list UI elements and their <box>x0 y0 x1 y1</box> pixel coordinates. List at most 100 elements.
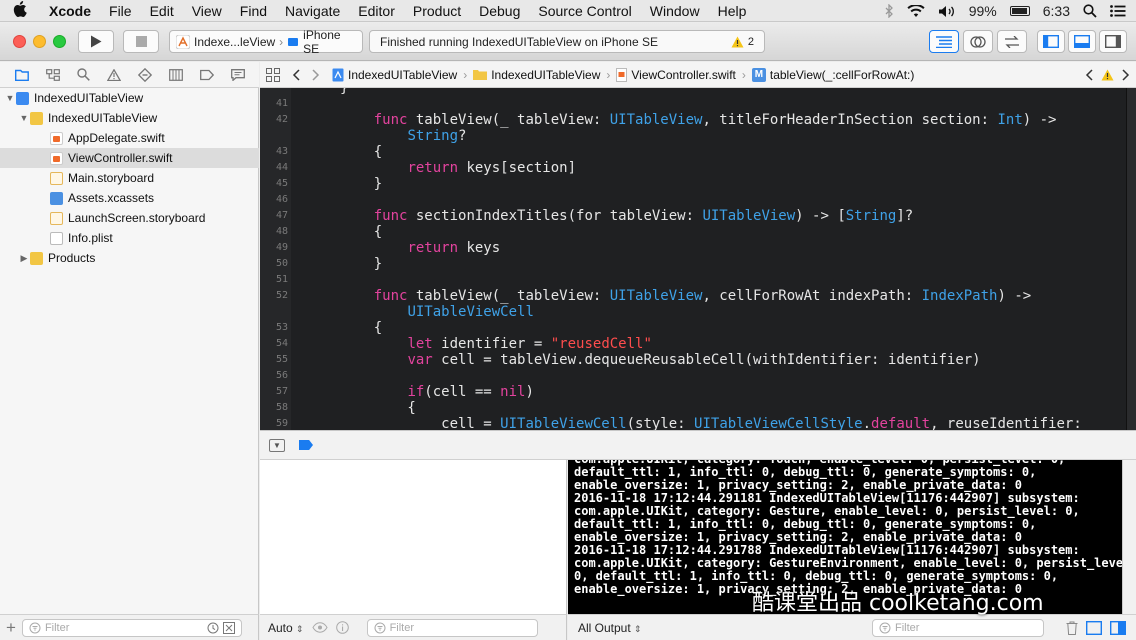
trash-icon[interactable] <box>1066 621 1078 635</box>
navigator-filter-field[interactable]: Filter <box>21 618 242 637</box>
code-line[interactable]: 43 { <box>260 144 1136 160</box>
tree-item-assets[interactable]: Assets.xcassets <box>0 188 259 208</box>
output-selector[interactable]: All Output ⇕ <box>578 621 642 635</box>
standard-editor-button[interactable] <box>929 30 959 53</box>
stop-button[interactable] <box>123 30 159 53</box>
add-file-icon[interactable]: + <box>6 618 16 638</box>
breadcrumb-project[interactable]: IndexedUITableView <box>332 68 457 82</box>
symbol-navigator-tab-icon[interactable] <box>45 68 60 81</box>
code-line[interactable]: 46 <box>260 192 1136 208</box>
code-line[interactable]: 52 func tableView(_ tableView: UITableVi… <box>260 288 1136 304</box>
code-line[interactable]: 53 { <box>260 320 1136 336</box>
related-items-icon[interactable] <box>266 67 280 82</box>
minimize-window-button[interactable] <box>33 35 46 48</box>
code-line[interactable]: 57 if(cell == nil) <box>260 384 1136 400</box>
zoom-window-button[interactable] <box>53 35 66 48</box>
code-line[interactable]: 49 return keys <box>260 240 1136 256</box>
breadcrumb-group[interactable]: IndexedUITableView <box>473 68 600 82</box>
menu-help[interactable]: Help <box>709 3 756 19</box>
code-line[interactable]: 47 func sectionIndexTitles(for tableView… <box>260 208 1136 224</box>
menu-view[interactable]: View <box>183 3 231 19</box>
tree-item-group[interactable]: ▼ IndexedUITableView <box>0 108 259 128</box>
notification-center-icon[interactable] <box>1110 5 1126 17</box>
console-filter-field[interactable]: Filter <box>872 618 1044 637</box>
toggle-utilities-button[interactable] <box>1099 30 1127 53</box>
modified-files-icon[interactable] <box>222 621 235 634</box>
code-line[interactable]: 54 let identifier = "reusedCell" <box>260 336 1136 352</box>
debug-navigator-tab-icon[interactable] <box>168 68 183 81</box>
assistant-editor-button[interactable] <box>963 30 993 53</box>
breakpoint-navigator-tab-icon[interactable] <box>199 69 214 81</box>
activity-viewer[interactable]: Finished running IndexedUITableView on i… <box>369 30 765 53</box>
tree-item-launchscreen[interactable]: LaunchScreen.storyboard <box>0 208 259 228</box>
next-issue-icon[interactable] <box>1122 68 1130 81</box>
project-navigator-tab-icon[interactable] <box>14 69 29 81</box>
breadcrumb-file[interactable]: ViewController.swift <box>616 67 736 82</box>
menu-find[interactable]: Find <box>231 3 276 19</box>
report-navigator-tab-icon[interactable] <box>230 68 245 81</box>
variable-scope-selector[interactable]: Auto ⇕ <box>268 621 304 635</box>
menu-source-control[interactable]: Source Control <box>529 3 640 19</box>
warning-indicator[interactable]: 2 <box>731 36 754 48</box>
editor-scrollbar[interactable] <box>1126 88 1136 430</box>
toggle-debug-area-button[interactable] <box>1068 30 1096 53</box>
menu-navigate[interactable]: Navigate <box>276 3 349 19</box>
bluetooth-icon[interactable] <box>885 4 894 18</box>
run-button[interactable] <box>78 30 114 53</box>
menu-product[interactable]: Product <box>404 3 470 19</box>
code-line[interactable]: } <box>260 88 1136 96</box>
breadcrumb-symbol[interactable]: M tableView(_:cellForRowAt:) <box>751 67 914 82</box>
quick-look-icon[interactable] <box>312 622 328 633</box>
menu-window[interactable]: Window <box>641 3 709 19</box>
forward-arrow-icon[interactable] <box>312 68 320 81</box>
issue-navigator-tab-icon[interactable] <box>106 68 121 81</box>
apple-menu-icon[interactable] <box>0 0 40 21</box>
code-line[interactable]: 42 func tableView(_ tableView: UITableVi… <box>260 112 1136 128</box>
menu-debug[interactable]: Debug <box>470 3 529 19</box>
tree-item-products[interactable]: ▶ Products <box>0 248 259 268</box>
tree-item-info-plist[interactable]: Info.plist <box>0 228 259 248</box>
disclosure-open-icon[interactable]: ▼ <box>4 93 16 103</box>
clock[interactable]: 6:33 <box>1043 3 1070 19</box>
spotlight-icon[interactable] <box>1083 4 1097 18</box>
variables-view[interactable] <box>260 460 567 614</box>
recent-files-icon[interactable] <box>207 622 219 634</box>
wifi-icon[interactable] <box>907 4 925 18</box>
variables-filter-field[interactable]: Filter <box>366 618 538 637</box>
code-line[interactable]: 58 { <box>260 400 1136 416</box>
console-scrollbar[interactable] <box>1122 460 1136 614</box>
code-line[interactable]: 41 <box>260 96 1136 112</box>
version-editor-button[interactable] <box>997 30 1027 53</box>
warning-icon[interactable] <box>1101 69 1114 81</box>
previous-issue-icon[interactable] <box>1085 68 1093 81</box>
scheme-selector[interactable]: Indexe...leView › iPhone SE <box>169 28 363 56</box>
tree-item-appdelegate[interactable]: AppDelegate.swift <box>0 128 259 148</box>
code-line[interactable]: 48 { <box>260 224 1136 240</box>
close-window-button[interactable] <box>13 35 26 48</box>
menu-edit[interactable]: Edit <box>141 3 183 19</box>
show-console-icon[interactable] <box>1110 620 1126 635</box>
source-editor[interactable]: } 41 42 func tableView(_ tableView: UITabl… <box>260 88 1136 430</box>
menu-xcode[interactable]: Xcode <box>40 3 100 19</box>
tree-item-viewcontroller[interactable]: ViewController.swift <box>0 148 259 168</box>
battery-icon[interactable] <box>1009 6 1030 16</box>
code-line[interactable]: 56 <box>260 368 1136 384</box>
test-navigator-tab-icon[interactable] <box>137 67 152 82</box>
find-navigator-tab-icon[interactable] <box>76 68 90 81</box>
tree-item-project[interactable]: ▼ IndexedUITableView <box>0 88 259 108</box>
code-line[interactable]: 45 } <box>260 176 1136 192</box>
breakpoints-toggle-icon[interactable] <box>299 440 313 450</box>
code-line[interactable]: 50 } <box>260 256 1136 272</box>
menu-editor[interactable]: Editor <box>349 3 404 19</box>
toggle-navigator-button[interactable] <box>1037 30 1065 53</box>
menu-file[interactable]: File <box>100 3 141 19</box>
code-line[interactable]: UITableViewCell <box>260 304 1136 320</box>
code-line[interactable]: String? <box>260 128 1136 144</box>
hide-debug-area-icon[interactable]: ▼ <box>269 438 285 452</box>
code-line[interactable]: 55 var cell = tableView.dequeueReusableC… <box>260 352 1136 368</box>
volume-icon[interactable] <box>938 5 956 18</box>
info-icon[interactable] <box>335 621 349 634</box>
disclosure-closed-icon[interactable]: ▶ <box>18 253 30 264</box>
disclosure-open-icon[interactable]: ▼ <box>18 113 30 123</box>
show-variables-view-icon[interactable] <box>1086 620 1102 635</box>
